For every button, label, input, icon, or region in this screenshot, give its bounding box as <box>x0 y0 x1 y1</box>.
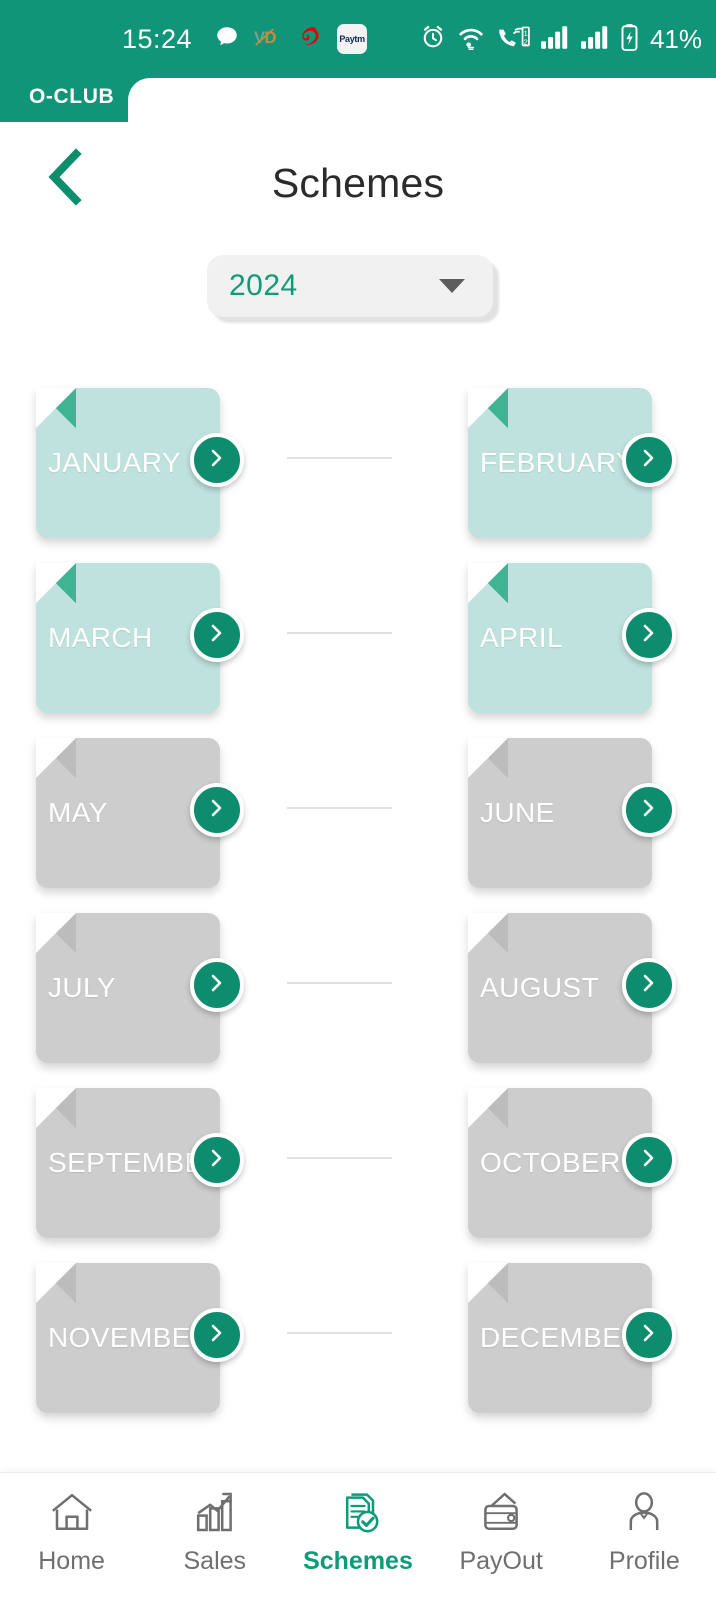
month-card[interactable]: JANUARY <box>36 388 244 538</box>
month-row: NOVEMBER DECEMBER <box>0 1255 716 1430</box>
document-check-icon <box>334 1489 382 1540</box>
chevron-right-icon <box>206 1321 228 1350</box>
month-card[interactable]: AUGUST <box>468 913 676 1063</box>
page-title: Schemes <box>271 160 445 206</box>
chevron-right-icon <box>638 796 660 825</box>
chevron-right-icon <box>638 971 660 1000</box>
nav-label-payout: PayOut <box>459 1547 543 1575</box>
alarm-icon <box>420 24 446 55</box>
page-header: Schemes <box>0 122 716 242</box>
chevron-right-icon <box>206 971 228 1000</box>
vd-app-icon: V D <box>254 25 282 54</box>
row-connector-line <box>287 457 392 459</box>
bar-chart-growth-icon <box>191 1489 239 1540</box>
month-open-button[interactable] <box>190 783 244 837</box>
month-card[interactable]: FEBRUARY <box>468 388 676 538</box>
volte-call-icon: 1 2 <box>496 24 530 55</box>
month-open-button[interactable] <box>622 958 676 1012</box>
month-open-button[interactable] <box>622 783 676 837</box>
month-card[interactable]: JULY <box>36 913 244 1063</box>
month-card[interactable]: JUNE <box>468 738 676 888</box>
month-open-button[interactable] <box>190 433 244 487</box>
chevron-right-icon <box>206 1146 228 1175</box>
month-open-button[interactable] <box>190 1133 244 1187</box>
caret-down-icon <box>439 279 465 293</box>
app-tab-strip: O-CLUB <box>0 78 716 122</box>
month-open-button[interactable] <box>622 1133 676 1187</box>
chat-bubble-icon <box>214 24 240 55</box>
nav-item-sales[interactable]: Sales <box>145 1489 285 1576</box>
tab-oclub[interactable]: O-CLUB <box>29 85 114 109</box>
wifi-icon <box>456 24 486 55</box>
month-row: MARCH APRIL <box>0 555 716 730</box>
row-connector-line <box>287 632 392 634</box>
chevron-right-icon <box>638 1321 660 1350</box>
month-card[interactable]: NOVEMBER <box>36 1263 244 1413</box>
chevron-right-icon <box>638 1146 660 1175</box>
person-icon <box>620 1489 668 1540</box>
battery-percent-label: 41% <box>649 23 702 54</box>
nav-label-home: Home <box>38 1547 105 1575</box>
year-filter: 2024 <box>207 255 499 323</box>
battery-charging-icon <box>620 23 639 56</box>
home-icon <box>48 1489 96 1540</box>
month-row: MAY JUNE <box>0 730 716 905</box>
nav-item-schemes[interactable]: Schemes <box>288 1489 428 1576</box>
month-card[interactable]: MARCH <box>36 563 244 713</box>
nav-item-profile[interactable]: Profile <box>574 1489 714 1576</box>
svg-text:2: 2 <box>524 37 528 46</box>
row-connector-line <box>287 1332 392 1334</box>
status-system-icons: 1 2 41% <box>420 23 702 56</box>
paytm-icon: Paytm <box>337 24 368 54</box>
month-open-button[interactable] <box>190 1308 244 1362</box>
month-card[interactable]: DECEMBER <box>468 1263 676 1413</box>
month-card[interactable]: APRIL <box>468 563 676 713</box>
chevron-right-icon <box>206 621 228 650</box>
tab-white-panel <box>128 78 716 122</box>
nav-label-schemes: Schemes <box>303 1547 413 1575</box>
month-card[interactable]: SEPTEMBER <box>36 1088 244 1238</box>
airtel-icon <box>296 24 323 55</box>
chevron-right-icon <box>206 796 228 825</box>
month-grid: JANUARY FEBRUARY MARCH APRIL MAY JUNE JULY AUGU… <box>0 380 716 1430</box>
year-dropdown[interactable]: 2024 <box>207 255 493 317</box>
month-open-button[interactable] <box>622 608 676 662</box>
nav-label-profile: Profile <box>608 1547 680 1575</box>
month-open-button[interactable] <box>622 1308 676 1362</box>
month-card[interactable]: OCTOBER <box>468 1088 676 1238</box>
signal-sim2-icon <box>580 25 610 54</box>
month-card[interactable]: MAY <box>36 738 244 888</box>
chevron-right-icon <box>206 446 228 475</box>
month-row: JANUARY FEBRUARY <box>0 380 716 555</box>
year-value: 2024 <box>229 269 298 302</box>
row-connector-line <box>287 807 392 809</box>
status-notification-icons: V D Paytm <box>214 24 368 55</box>
status-bar: 15:24 V D Paytm 1 2 41% <box>0 0 716 78</box>
month-open-button[interactable] <box>190 608 244 662</box>
row-connector-line <box>287 1157 392 1159</box>
status-time: 15:24 <box>122 23 193 54</box>
nav-item-home[interactable]: Home <box>2 1489 142 1576</box>
chevron-right-icon <box>638 446 660 475</box>
wallet-icon <box>477 1489 525 1540</box>
month-row: JULY AUGUST <box>0 905 716 1080</box>
month-open-button[interactable] <box>622 433 676 487</box>
nav-label-sales: Sales <box>183 1547 247 1575</box>
bottom-navigation: Home Sales Schemes PayOut Profile <box>0 1472 716 1600</box>
month-open-button[interactable] <box>190 958 244 1012</box>
signal-sim1-icon <box>540 25 570 54</box>
nav-item-payout[interactable]: PayOut <box>431 1489 571 1576</box>
chevron-right-icon <box>638 621 660 650</box>
row-connector-line <box>287 982 392 984</box>
phone-screen: 15:24 V D Paytm 1 2 41% O-CLUB Schemes 2… <box>0 0 716 1600</box>
month-row: SEPTEMBER OCTOBER <box>0 1080 716 1255</box>
